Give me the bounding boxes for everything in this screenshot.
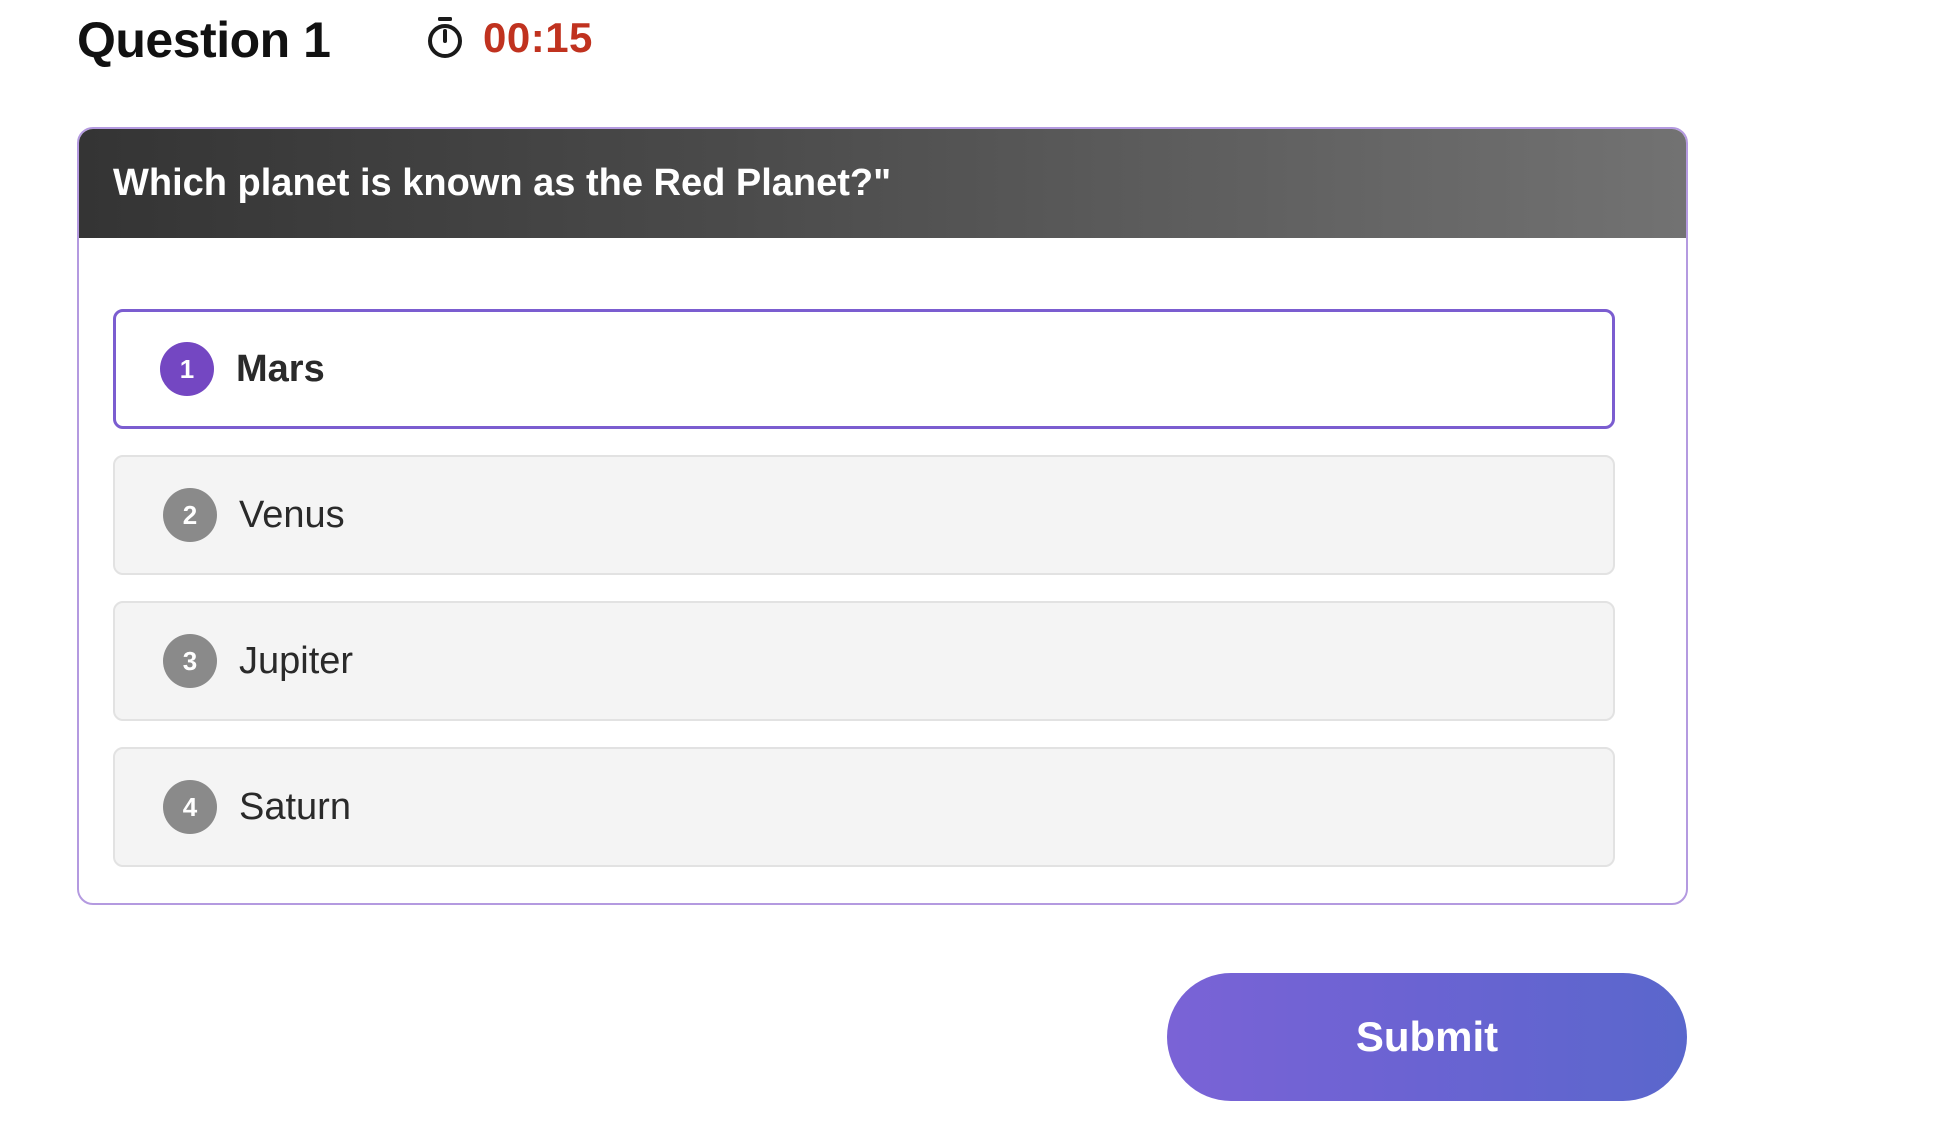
stopwatch-icon bbox=[428, 17, 462, 58]
question-header: Which planet is known as the Red Planet?… bbox=[79, 129, 1686, 238]
answer-options: 1 Mars 2 Venus 3 Jupiter 4 Saturn bbox=[113, 309, 1615, 893]
question-card: Which planet is known as the Red Planet?… bbox=[77, 127, 1688, 905]
answer-option-saturn[interactable]: 4 Saturn bbox=[113, 747, 1615, 867]
answer-option-jupiter[interactable]: 3 Jupiter bbox=[113, 601, 1615, 721]
quiz-header: Question 1 bbox=[77, 10, 331, 70]
option-number-badge: 4 bbox=[163, 780, 217, 834]
option-label: Saturn bbox=[239, 785, 351, 828]
option-number-badge: 1 bbox=[160, 342, 214, 396]
option-number-badge: 2 bbox=[163, 488, 217, 542]
timer-value: 00:15 bbox=[483, 14, 593, 61]
option-label: Venus bbox=[239, 493, 345, 536]
countdown-timer: 00:15 bbox=[425, 10, 593, 66]
option-label: Jupiter bbox=[239, 639, 354, 682]
question-text: Which planet is known as the Red Planet?… bbox=[113, 162, 892, 204]
answer-option-venus[interactable]: 2 Venus bbox=[113, 455, 1615, 575]
option-number-badge: 3 bbox=[163, 634, 217, 688]
option-label: Mars bbox=[236, 347, 325, 390]
answer-option-mars[interactable]: 1 Mars bbox=[113, 309, 1615, 429]
submit-button[interactable]: Submit bbox=[1167, 973, 1687, 1101]
question-title: Question 1 bbox=[77, 12, 331, 68]
